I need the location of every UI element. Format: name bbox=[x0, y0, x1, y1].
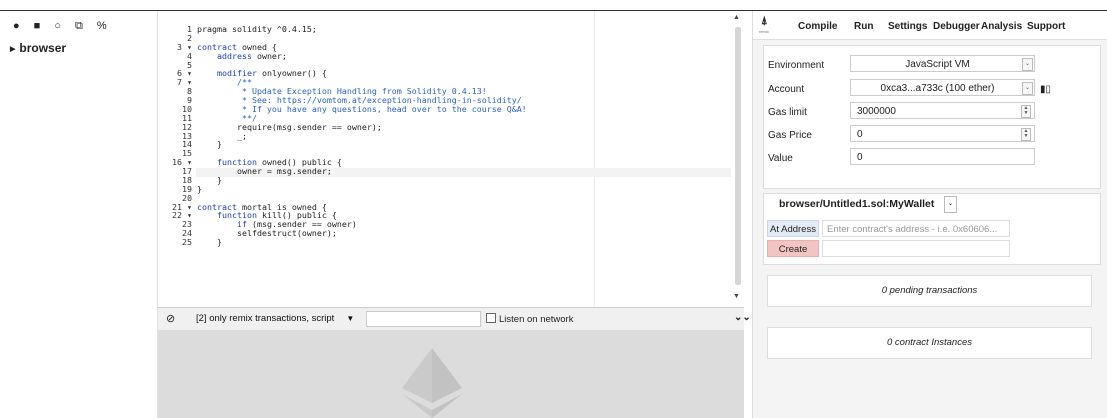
tab-run[interactable]: Run bbox=[854, 21, 873, 32]
folder-open-icon[interactable]: ■ bbox=[34, 20, 41, 32]
tab-bar: ⍋ remix Compile Run Settings Debugger An… bbox=[753, 11, 1107, 40]
code-line: pragma solidity ^0.4.15; bbox=[197, 24, 317, 34]
gas-price-input[interactable]: 0 ▲ ▼ bbox=[850, 125, 1035, 142]
terminal-search-input[interactable] bbox=[366, 311, 481, 327]
ethereum-logo-icon bbox=[402, 348, 462, 418]
account-label: Account bbox=[768, 84, 805, 95]
gas-limit-value: 3000000 bbox=[857, 106, 896, 117]
checkbox-icon[interactable] bbox=[486, 313, 496, 323]
file-tree-root[interactable]: ▶ browser bbox=[0, 41, 157, 55]
account-select[interactable]: 0xca3...a733c (100 ether) ⌄ bbox=[850, 79, 1035, 96]
remix-logo-text: remix bbox=[759, 29, 769, 34]
line-number-gutter: 1 2 3 ▾ 4 5 6 ▾ 7 ▾ 8 9 10 11 12 13 14 15 1… bbox=[158, 25, 192, 247]
file-explorer-toolbar: ● ■ ○ ⧉ % bbox=[0, 11, 157, 35]
file-explorer-panel: ● ■ ○ ⧉ % ▶ browser bbox=[0, 11, 158, 418]
account-value: 0xca3...a733c (100 ether) bbox=[880, 83, 995, 94]
run-panel: ⍋ remix Compile Run Settings Debugger An… bbox=[752, 11, 1107, 418]
contract-address-input[interactable]: Enter contract's address - i.e. 0x60606.… bbox=[822, 220, 1010, 237]
add-file-icon[interactable]: ● bbox=[13, 20, 20, 32]
gas-limit-input[interactable]: 3000000 ▲ ▼ bbox=[850, 102, 1035, 119]
transaction-filter-select[interactable]: [2] only remix transactions, script ▼ bbox=[196, 313, 354, 324]
copy-files-icon[interactable]: ⧉ bbox=[75, 20, 83, 32]
value-value: 0 bbox=[857, 152, 863, 163]
stepper-icon[interactable]: ▲ ▼ bbox=[1021, 105, 1031, 118]
gas-limit-label: Gas limit bbox=[768, 107, 807, 118]
contract-select-value: browser/Untitled1.sol:MyWallet bbox=[779, 198, 935, 210]
contract-instances: 0 contract Instances bbox=[767, 327, 1092, 359]
at-address-button[interactable]: At Address bbox=[767, 220, 819, 237]
link-icon[interactable]: % bbox=[97, 20, 107, 32]
code-content[interactable]: pragma solidity ^0.4.15; contract owned … bbox=[197, 25, 527, 247]
filter-label: [2] only remix transactions, script bbox=[196, 313, 335, 324]
gas-price-value: 0 bbox=[857, 129, 863, 140]
contract-select[interactable]: browser/Untitled1.sol:MyWallet ⌄ bbox=[767, 196, 957, 213]
dropdown-caret-icon: ⌄ bbox=[944, 196, 957, 213]
terminal-toolbar: ⊘ [2] only remix transactions, script ▼ L… bbox=[158, 307, 751, 330]
tab-support[interactable]: Support bbox=[1027, 21, 1065, 32]
code-line: } bbox=[197, 183, 202, 194]
environment-select[interactable]: JavaScript VM ⌄ bbox=[850, 55, 1035, 72]
tab-debugger[interactable]: Debugger bbox=[933, 21, 980, 32]
stepper-icon[interactable]: ▲ ▼ bbox=[1021, 128, 1031, 141]
terminal-output[interactable] bbox=[158, 330, 744, 418]
code-line: } bbox=[197, 139, 222, 150]
scroll-up-icon[interactable]: ▲ bbox=[733, 14, 740, 21]
listen-label: Listen on network bbox=[499, 314, 574, 325]
tab-settings[interactable]: Settings bbox=[888, 21, 927, 32]
code-editor[interactable]: 1 2 3 ▾ 4 5 6 ▾ 7 ▾ 8 9 10 11 12 13 14 15 1… bbox=[158, 11, 744, 307]
tab-compile[interactable]: Compile bbox=[798, 21, 837, 32]
print-margin bbox=[594, 11, 595, 307]
environment-settings: Environment JavaScript VM ⌄ Account 0xca… bbox=[763, 45, 1101, 189]
line-number: 25 bbox=[182, 237, 192, 247]
scrollbar-thumb[interactable] bbox=[735, 27, 741, 285]
dropdown-caret-icon: ⌄ bbox=[1022, 82, 1033, 95]
create-button[interactable]: Create bbox=[767, 240, 819, 257]
clear-console-icon[interactable]: ⊘ bbox=[166, 312, 175, 325]
dropdown-caret-icon: ▼ bbox=[346, 314, 355, 323]
tree-root-label: browser bbox=[19, 41, 67, 55]
github-icon[interactable]: ○ bbox=[54, 20, 61, 32]
scroll-down-icon[interactable]: ▼ bbox=[733, 293, 740, 300]
tab-analysis[interactable]: Analysis bbox=[981, 21, 1022, 32]
remix-logo-icon: ⍋ bbox=[761, 15, 768, 27]
code-line: } bbox=[197, 174, 222, 185]
contract-actions: browser/Untitled1.sol:MyWallet ⌄ At Addr… bbox=[763, 193, 1101, 265]
code-line: address owner; bbox=[216, 50, 287, 61]
caret-right-icon: ▶ bbox=[10, 46, 16, 53]
gas-price-label: Gas Price bbox=[768, 130, 812, 141]
listen-on-network-checkbox[interactable]: Listen on network bbox=[486, 313, 573, 325]
value-input[interactable]: 0 bbox=[850, 148, 1035, 165]
dropdown-caret-icon: ⌄ bbox=[1022, 58, 1033, 71]
environment-label: Environment bbox=[768, 60, 825, 71]
value-label: Value bbox=[768, 153, 793, 164]
constructor-args-input[interactable] bbox=[822, 240, 1010, 257]
code-line: owner = msg.sender; bbox=[197, 166, 332, 176]
environment-value: JavaScript VM bbox=[905, 59, 970, 70]
copy-address-icon[interactable]: ▮▯ bbox=[1040, 84, 1051, 95]
editor-scrollbar[interactable]: ▲ ▼ bbox=[731, 11, 744, 307]
toggle-terminal-icon[interactable]: ⌄⌄ bbox=[734, 312, 751, 323]
code-line: selfdestruct(owner); bbox=[197, 228, 337, 239]
code-line: } bbox=[197, 237, 222, 247]
code-line: _; bbox=[197, 130, 247, 141]
pending-transactions: 0 pending transactions bbox=[767, 275, 1092, 307]
